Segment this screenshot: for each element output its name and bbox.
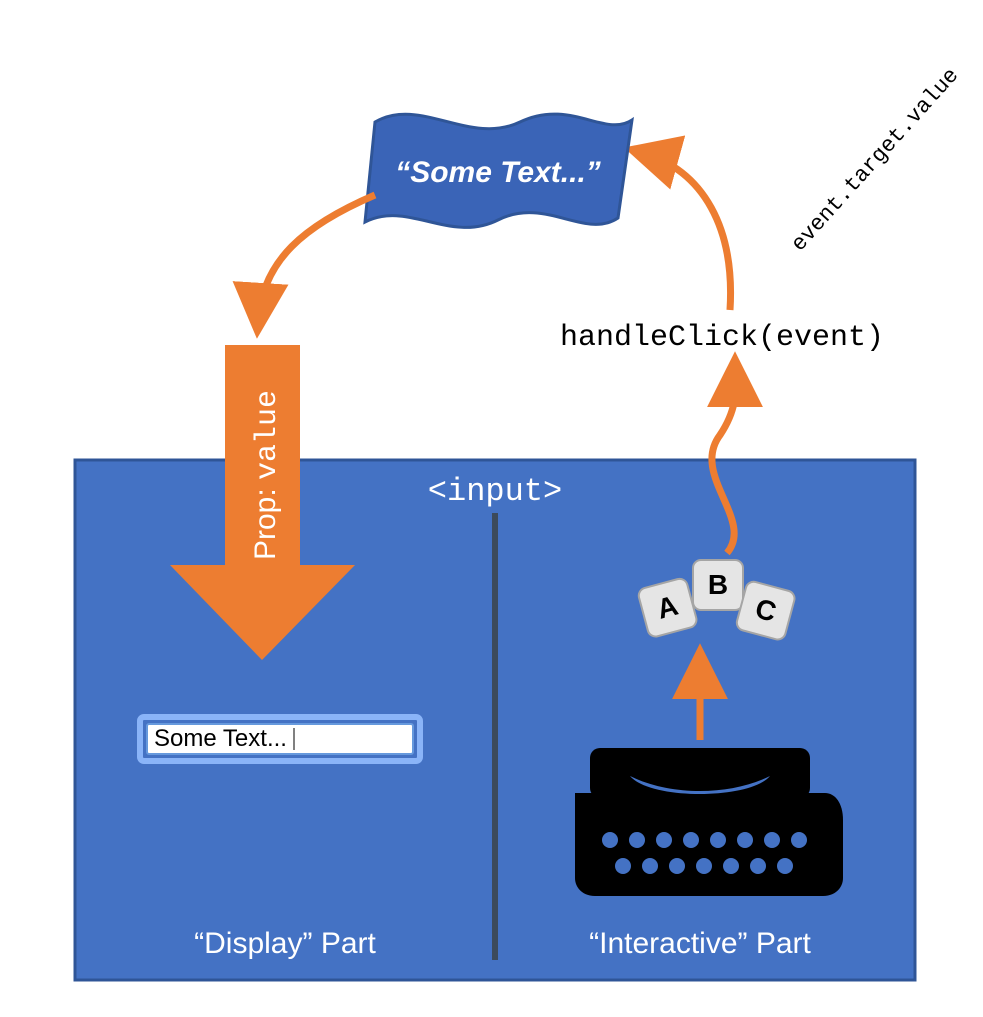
input-tag-label: <input>	[428, 473, 562, 510]
display-input-value: Some Text...	[154, 725, 287, 752]
display-part-caption: “Display” Part	[194, 927, 376, 960]
controlled-input-diagram: <input> “Display” Part “Interactive” Par…	[0, 0, 983, 1017]
state-flag-text: “Some Text...”	[395, 156, 601, 189]
display-input-field[interactable]: Some Text...	[140, 717, 420, 761]
key-b: B	[693, 560, 743, 610]
handler-to-state-arrow	[640, 152, 731, 310]
typewriter-icon	[575, 748, 843, 896]
svg-text:B: B	[708, 569, 728, 600]
event-path-label: event.target.value	[787, 63, 965, 256]
interactive-part-caption: “Interactive” Part	[589, 927, 811, 960]
prop-value-arrow-label: Prop: value	[249, 390, 285, 560]
handler-function-label: handleClick(event)	[560, 321, 884, 355]
state-flag: “Some Text...”	[365, 114, 632, 227]
state-to-prop-arrow	[258, 195, 375, 322]
prop-value-arrow-label-data: Prop: value	[0, 0, 6, 1]
